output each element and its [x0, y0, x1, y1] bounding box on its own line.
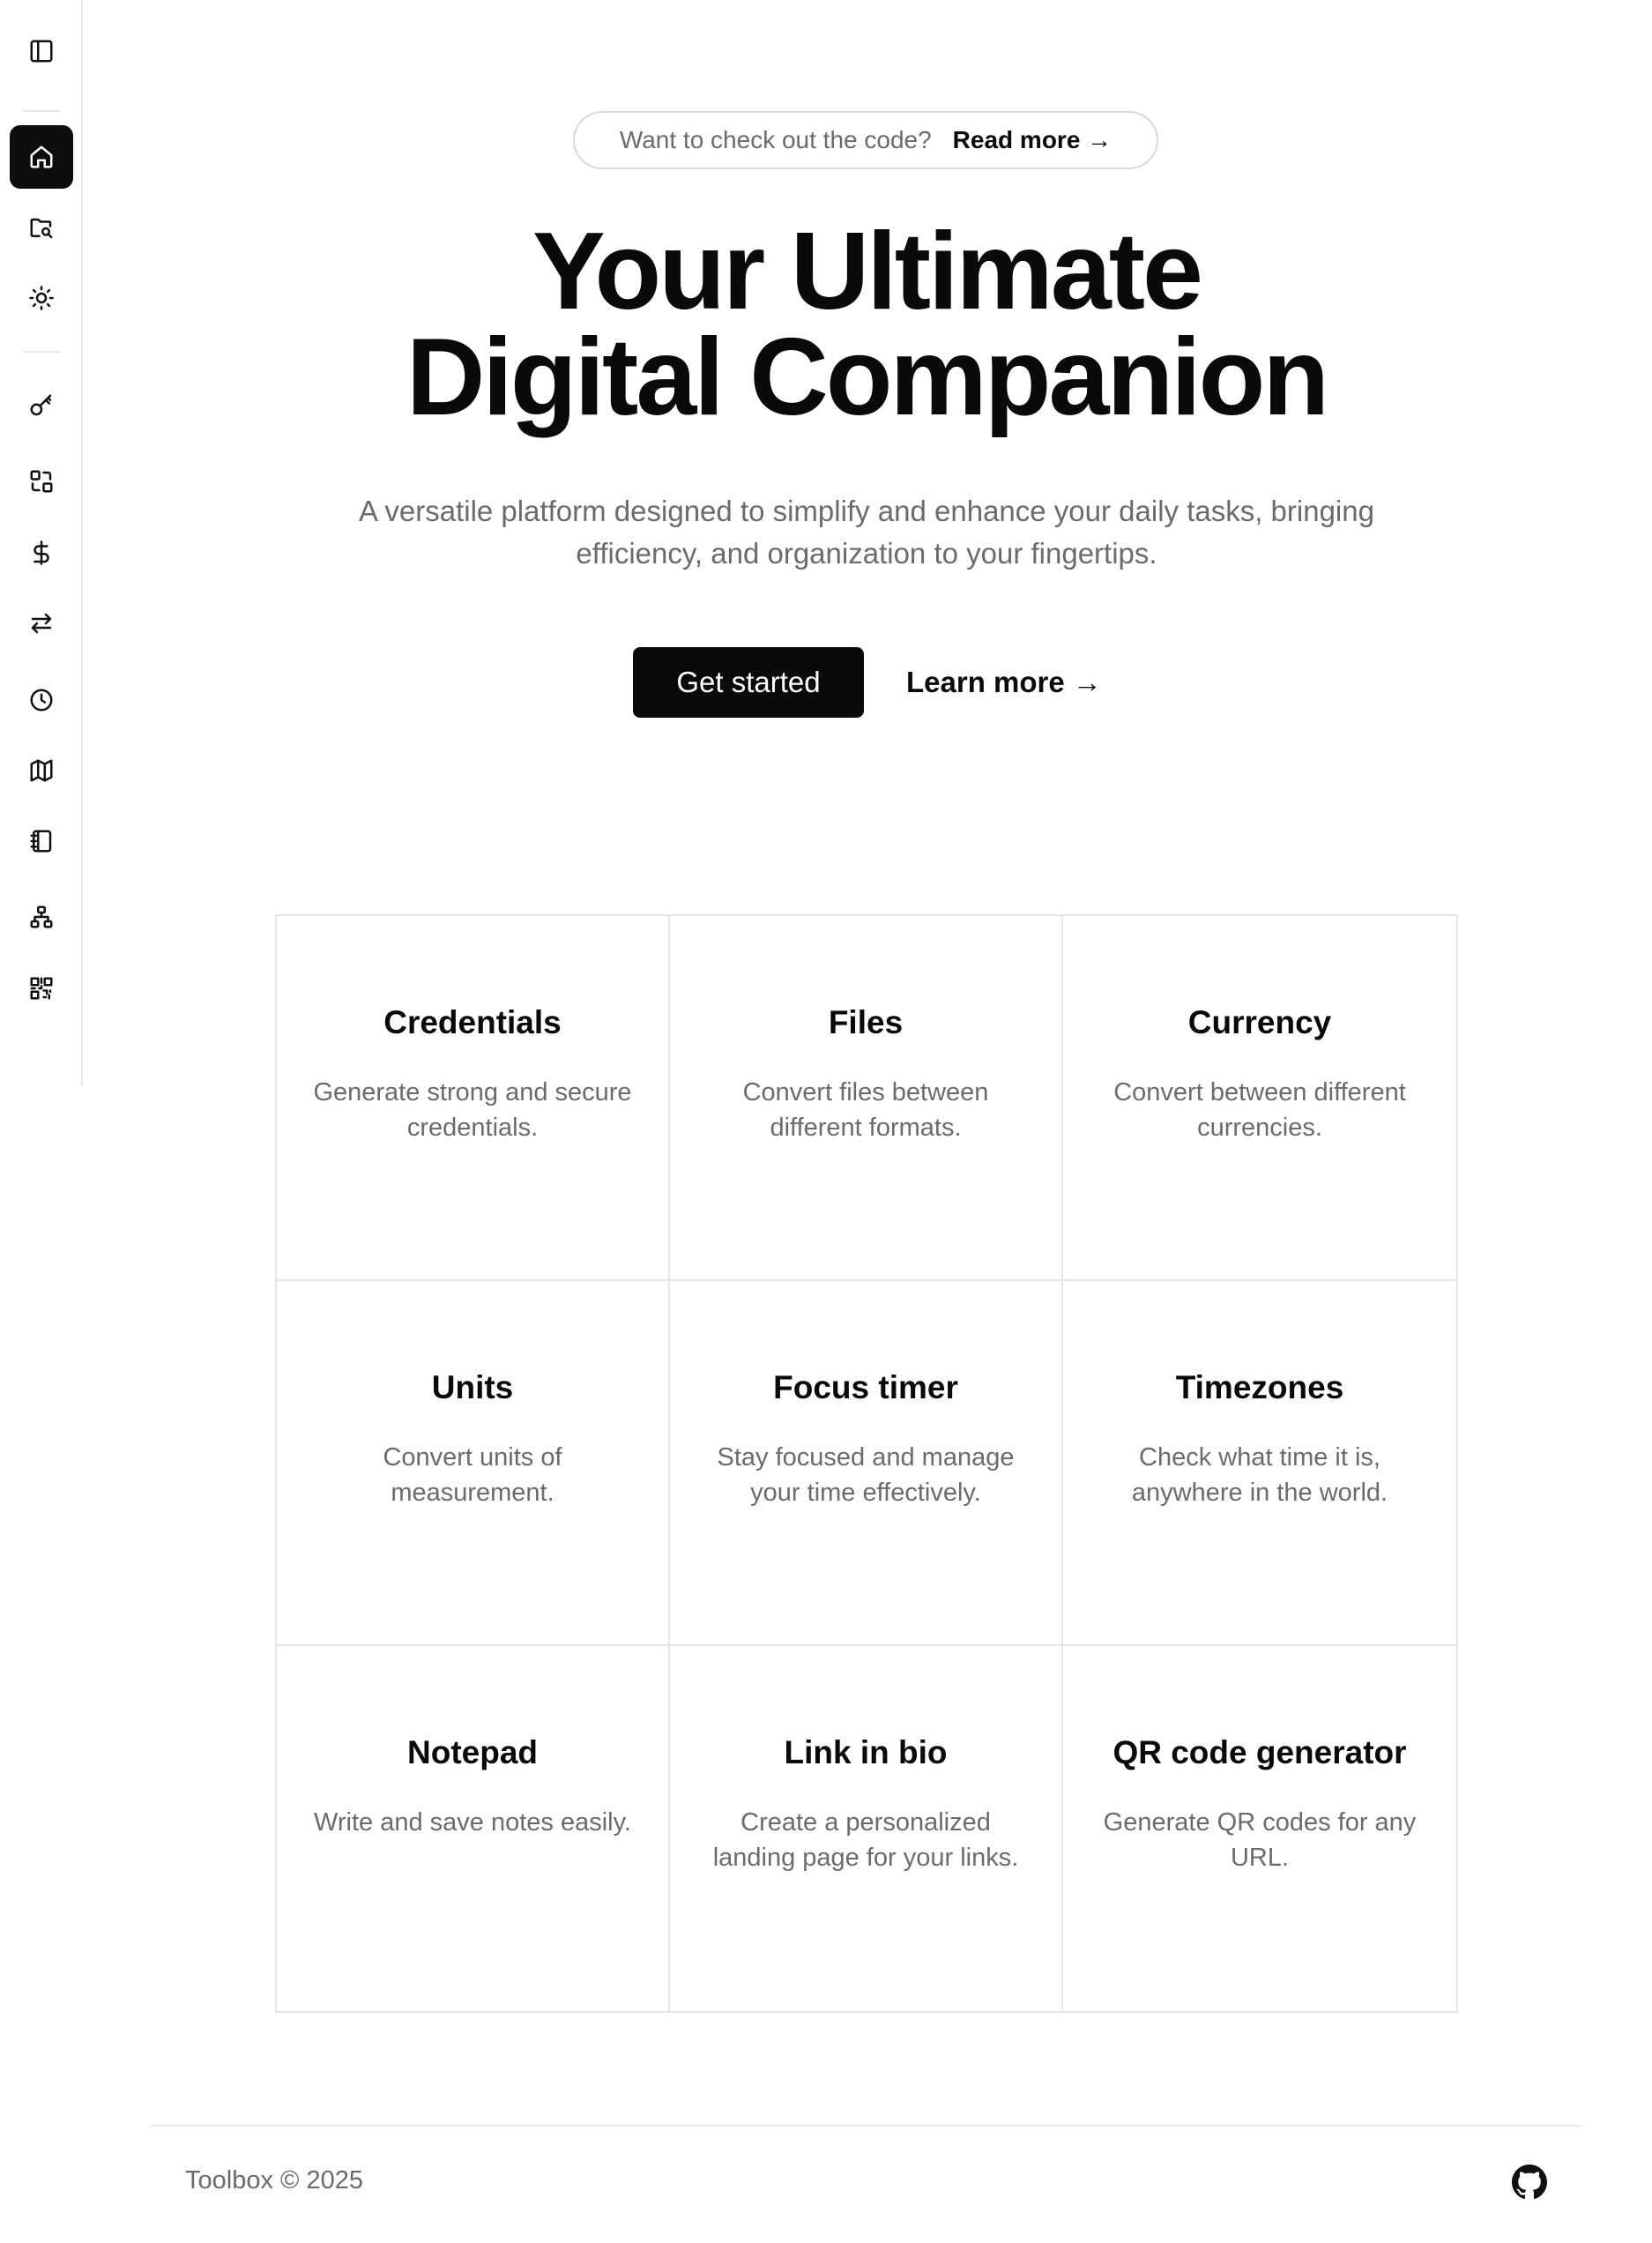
feature-description: Write and save notes easily.	[314, 1808, 631, 1837]
feature-card-qr-code[interactable]: QR code generator Generate QR codes for …	[1063, 1646, 1456, 2011]
feature-grid: Credentials Generate strong and secure c…	[275, 914, 1458, 2013]
feature-title: QR code generator	[1112, 1734, 1407, 1770]
key-icon	[30, 394, 52, 416]
footer-divider	[150, 2125, 1581, 2127]
feature-card-currency[interactable]: Currency Convert between different curre…	[1063, 916, 1456, 1281]
feature-title: Focus timer	[773, 1369, 958, 1405]
feature-card-link-in-bio[interactable]: Link in bio Create a personalized landin…	[670, 1646, 1063, 2011]
feature-description: Create a personalized landing page for y…	[712, 1808, 1019, 1872]
hero-title: Your Ultimate Digital Companion	[264, 211, 1469, 438]
panel-toggle-icon	[30, 40, 53, 63]
sidebar	[0, 0, 83, 1086]
sidebar-item-files[interactable]	[10, 450, 73, 513]
sidebar-item-link-in-bio[interactable]	[10, 885, 73, 949]
feature-description: Convert units of measurement.	[383, 1443, 562, 1507]
sun-icon	[29, 286, 54, 310]
clock-icon	[30, 689, 53, 712]
feature-card-credentials[interactable]: Credentials Generate strong and secure c…	[277, 916, 670, 1281]
feature-card-notepad[interactable]: Notepad Write and save notes easily.	[277, 1646, 670, 2011]
feature-card-units[interactable]: Units Convert units of measurement.	[277, 1281, 670, 1646]
feature-card-files[interactable]: Files Convert files between different fo…	[670, 916, 1063, 1281]
feature-title: Notepad	[407, 1734, 538, 1770]
feature-title: Units	[431, 1369, 514, 1405]
announcement-pill[interactable]: Want to check out the code? Read more →	[573, 111, 1158, 169]
hero-subtitle: A versatile platform designed to simplif…	[359, 495, 1374, 570]
feature-title: Timezones	[1175, 1369, 1344, 1405]
sitemap-icon	[30, 905, 53, 928]
sidebar-divider	[23, 351, 60, 353]
feature-description: Generate strong and secure credentials.	[313, 1078, 632, 1142]
read-more-link[interactable]: Read more →	[953, 126, 1112, 154]
map-icon	[30, 759, 53, 782]
hero-title-line-1: Your Ultimate	[532, 211, 1203, 332]
sidebar-divider	[23, 110, 60, 112]
feature-description: Check what time it is, anywhere in the w…	[1131, 1443, 1388, 1507]
feature-title: Files	[828, 1004, 904, 1040]
home-icon	[30, 145, 53, 168]
feature-title: Currency	[1187, 1004, 1332, 1040]
notebook-icon	[30, 830, 52, 853]
github-link[interactable]	[1511, 2164, 1548, 2201]
sidebar-item-currency[interactable]	[10, 521, 73, 585]
sidebar-toggle-button[interactable]	[10, 19, 73, 83]
sidebar-item-notepad[interactable]	[10, 809, 73, 873]
qr-code-icon	[30, 977, 53, 1000]
dollar-icon	[33, 540, 49, 565]
feature-card-focus-timer[interactable]: Focus timer Stay focused and manage your…	[670, 1281, 1063, 1646]
hero-title-line-2: Digital Companion	[406, 317, 1329, 438]
feature-title: Credentials	[383, 1004, 562, 1040]
sidebar-item-units[interactable]	[10, 592, 73, 655]
feature-description: Convert files between different formats.	[742, 1078, 989, 1142]
sidebar-item-home[interactable]	[10, 125, 73, 189]
github-icon	[1512, 2165, 1547, 2200]
feature-title: Link in bio	[784, 1734, 948, 1770]
sidebar-item-focus-timer[interactable]	[10, 668, 73, 732]
sidebar-item-timezones[interactable]	[10, 739, 73, 802]
sidebar-item-files-browser[interactable]	[10, 197, 73, 260]
announcement-text: Want to check out the code?	[619, 126, 932, 153]
arrows-swap-icon	[31, 613, 52, 634]
feature-description: Convert between different currencies.	[1113, 1078, 1406, 1142]
feature-description: Stay focused and manage your time effect…	[717, 1443, 1015, 1507]
sidebar-item-theme[interactable]	[10, 266, 73, 330]
footer-copyright: Toolbox © 2025	[185, 2166, 363, 2195]
feature-description: Generate QR codes for any URL.	[1103, 1808, 1417, 1872]
sidebar-item-qr-code[interactable]	[10, 957, 73, 1020]
feature-card-timezones[interactable]: Timezones Check what time it is, anywher…	[1063, 1281, 1456, 1646]
learn-more-link[interactable]: Learn more →	[906, 647, 1102, 718]
folder-search-icon	[30, 218, 53, 239]
file-convert-icon	[30, 470, 53, 493]
get-started-button[interactable]: Get started	[633, 647, 864, 718]
sidebar-item-credentials[interactable]	[10, 374, 73, 437]
